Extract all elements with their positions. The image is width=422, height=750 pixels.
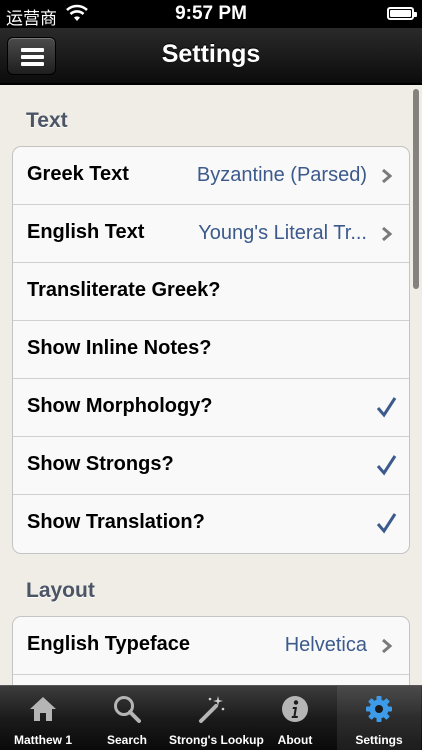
tab-label: Strong's Lookup [169, 733, 264, 747]
section-header-layout: Layout [26, 579, 95, 602]
show-strongs-row[interactable]: Show Strongs? [13, 437, 409, 495]
tab-label: About [277, 733, 313, 747]
battery-icon [387, 7, 417, 20]
settings-table[interactable]: Text Greek Text Byzantine (Parsed) Engli… [0, 85, 422, 685]
checkmark-icon [376, 455, 397, 476]
row-value: Young's Literal Tr... [198, 222, 367, 244]
english-text-row[interactable]: English Text Young's Literal Tr... [13, 205, 409, 263]
row-value: Helvetica [284, 634, 367, 656]
chevron-right-icon [382, 168, 393, 184]
transliterate-greek-row[interactable]: Transliterate Greek? [13, 263, 409, 321]
tab-label: Settings [355, 733, 403, 747]
show-inline-notes-row[interactable]: Show Inline Notes? [13, 321, 409, 379]
layout-settings-group: English Typeface Helvetica [12, 616, 410, 685]
row-label: English Typeface [27, 633, 191, 655]
status-bar: 运营商 9:57 PM [0, 0, 422, 28]
english-typeface-row[interactable]: English Typeface Helvetica [13, 617, 409, 675]
tab-matthew[interactable]: Matthew 1 [1, 686, 85, 750]
text-settings-group: Greek Text Byzantine (Parsed) English Te… [12, 146, 410, 554]
gear-icon [366, 696, 392, 722]
tab-settings[interactable]: Settings [337, 686, 421, 750]
row-label: Greek Text [27, 163, 129, 185]
row-label: English Text [27, 221, 145, 243]
tab-bar: Matthew 1 Search Strong's Lookup About S… [0, 685, 422, 750]
checkmark-icon [376, 513, 397, 534]
chevron-right-icon [382, 638, 393, 654]
row-value: Byzantine (Parsed) [196, 164, 367, 186]
row-label: Show Morphology? [27, 395, 213, 417]
scrollbar[interactable] [413, 89, 419, 289]
row-label: Show Inline Notes? [27, 337, 212, 359]
row-label: Show Translation? [27, 511, 205, 533]
greek-text-row[interactable]: Greek Text Byzantine (Parsed) [13, 147, 409, 205]
show-translation-row[interactable]: Show Translation? [13, 495, 409, 553]
tab-strongs-lookup[interactable]: Strong's Lookup [169, 686, 264, 750]
navigation-bar: Settings [0, 28, 422, 84]
tab-search[interactable]: Search [85, 686, 169, 750]
home-icon [30, 697, 56, 721]
search-icon [114, 696, 141, 723]
tab-label: Matthew 1 [13, 733, 72, 747]
show-morphology-row[interactable]: Show Morphology? [13, 379, 409, 437]
row-label: Transliterate Greek? [27, 279, 221, 301]
tab-about[interactable]: About [253, 686, 337, 750]
page-title: Settings [161, 40, 261, 68]
checkmark-icon [376, 397, 397, 418]
chevron-right-icon [382, 226, 393, 242]
status-time: 9:57 PM [175, 3, 247, 24]
tab-label: Search [106, 733, 148, 747]
row-label: Show Strongs? [27, 453, 174, 475]
magic-wand-icon [199, 696, 225, 723]
info-icon [282, 696, 308, 722]
section-header-text: Text [26, 109, 68, 132]
